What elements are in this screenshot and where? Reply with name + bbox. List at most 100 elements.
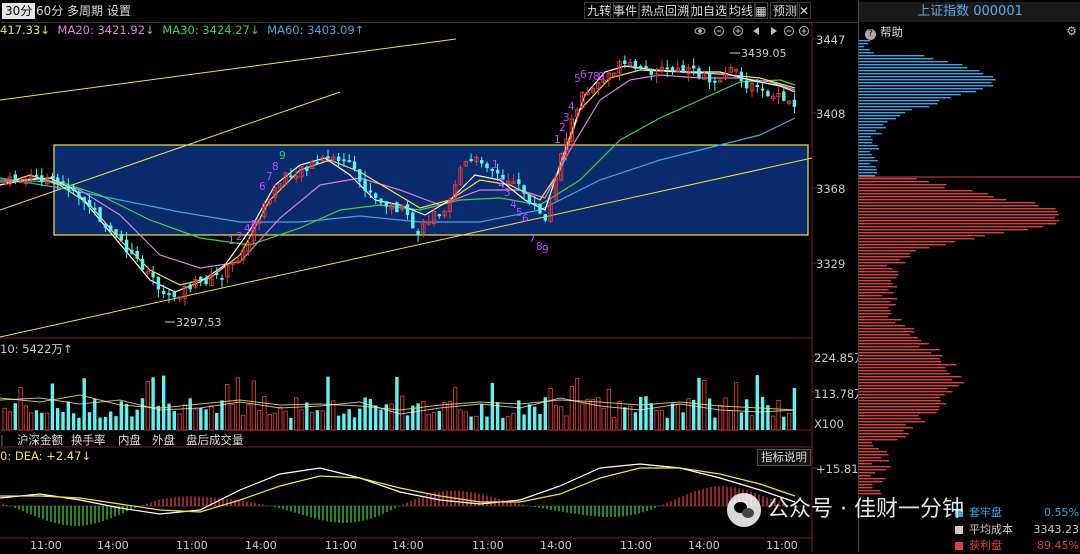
volume-bar — [426, 413, 431, 431]
candle-down — [109, 225, 113, 232]
volume-bar — [225, 384, 230, 431]
chip-bar — [859, 370, 947, 372]
chip-bar — [859, 469, 887, 471]
candle-down — [755, 85, 759, 88]
chip-bar — [859, 205, 1039, 207]
candle-down — [639, 66, 643, 69]
candle-down — [374, 193, 378, 198]
chip-bar — [859, 178, 917, 180]
settings-gear-icon[interactable]: ⚙ — [1066, 24, 1077, 38]
tab-hs-amount[interactable]: 沪深金额 — [17, 433, 63, 447]
chip-bar — [859, 181, 929, 183]
forecast-button[interactable]: 预测 — [770, 2, 801, 19]
chip-bar — [859, 406, 940, 408]
chip-bar — [859, 211, 1058, 213]
volume-bar — [140, 398, 145, 430]
tab-after-hours-volume[interactable]: 盘后成交量 — [186, 433, 244, 447]
volume-bar — [374, 405, 378, 430]
chip-bar — [859, 184, 947, 186]
time-tick: 11:00 — [30, 539, 62, 552]
tab-inner-volume[interactable]: 内盘 — [118, 433, 141, 447]
kline-chart[interactable]: 1 24 5678912345 678 912345 6 7 89 3439.05 3297.… — [0, 22, 858, 552]
ma-line-button[interactable]: 均线 — [726, 2, 757, 19]
candle-down — [543, 214, 547, 221]
chip-bar — [859, 190, 973, 192]
candle-down — [411, 212, 415, 229]
candle-down — [98, 207, 102, 222]
hot-review-button[interactable]: 热点回溯 — [638, 2, 693, 19]
candle-down — [405, 204, 410, 215]
nine-turn-mark: 5 — [251, 219, 258, 231]
chip-bar — [859, 241, 955, 243]
chip-bar — [859, 64, 963, 66]
candle-down — [782, 91, 786, 101]
chip-bar — [859, 103, 938, 105]
volume-bar — [320, 410, 325, 431]
chip-bar — [859, 250, 917, 252]
volume-bar — [235, 377, 241, 431]
candle-down — [368, 190, 373, 193]
candle-down — [130, 249, 134, 254]
volume-legend: 10: 5422万↑ — [0, 342, 73, 356]
chip-bar — [859, 448, 879, 450]
chip-bar — [859, 400, 941, 402]
volume-bar — [135, 409, 139, 430]
chip-bar — [859, 208, 1056, 210]
chip-bar — [859, 331, 915, 333]
candle-down — [71, 187, 76, 191]
volume-bar — [342, 413, 346, 430]
volume-bar — [760, 396, 765, 430]
price-tick: 3368 — [816, 182, 846, 196]
chip-bar — [859, 232, 1004, 234]
events-button[interactable]: 事件 — [610, 2, 641, 19]
stat-value: 0.55% — [1044, 506, 1079, 519]
chip-bar — [859, 73, 984, 75]
volume-bar — [548, 387, 553, 431]
volume-bar — [267, 414, 272, 431]
tab-multi-period[interactable]: 多周期 — [64, 3, 106, 19]
volume-bar — [262, 396, 267, 431]
volume-bar — [379, 409, 383, 430]
chip-bar — [859, 70, 980, 72]
candle-down — [416, 230, 420, 236]
add-watchlist-button[interactable]: 加自选 — [688, 2, 731, 19]
chip-bar — [859, 307, 889, 309]
volume-unit: X100 — [814, 417, 844, 431]
chip-bar — [859, 112, 906, 114]
chip-bar — [859, 196, 994, 198]
tab-turnover[interactable]: 换手率 — [71, 433, 106, 447]
chip-bar — [859, 46, 865, 48]
chip-bar — [859, 151, 870, 153]
chip-bar — [859, 49, 870, 51]
volume-bar — [13, 403, 17, 430]
chip-bar — [859, 352, 932, 354]
indicator-help-button[interactable]: 指标说明 — [757, 449, 811, 466]
volume-bar — [209, 405, 214, 431]
chip-bar — [859, 253, 911, 255]
grid-icon[interactable]: ▦ — [754, 2, 768, 19]
volume-bar — [289, 417, 293, 430]
chip-bar — [859, 67, 968, 69]
chip-bar — [859, 328, 915, 330]
tab-30min[interactable]: 30分 — [2, 3, 36, 19]
tab-settings[interactable]: 设置 — [104, 3, 134, 19]
chip-bar — [859, 304, 896, 306]
candle-down — [77, 191, 81, 198]
candle-down — [384, 201, 388, 207]
volume-bar — [7, 411, 13, 431]
tab-outer-volume[interactable]: 外盘 — [152, 433, 175, 447]
chip-bar — [859, 148, 880, 150]
candle-down — [692, 65, 696, 69]
chip-bar — [859, 289, 889, 291]
candle-down — [135, 250, 139, 259]
chip-bar — [859, 283, 893, 285]
candle-down — [379, 198, 383, 203]
close-icon[interactable]: ✕ — [797, 2, 811, 19]
low-annotation: 3297.53 — [176, 316, 222, 329]
volume-bar — [559, 406, 564, 431]
chip-bar — [859, 136, 872, 138]
chip-bar — [859, 163, 871, 165]
volume-bar — [193, 408, 198, 431]
watermark: 公众号 · 佳财一分钟 — [727, 490, 964, 530]
tab-60min[interactable]: 60分 — [33, 3, 66, 19]
